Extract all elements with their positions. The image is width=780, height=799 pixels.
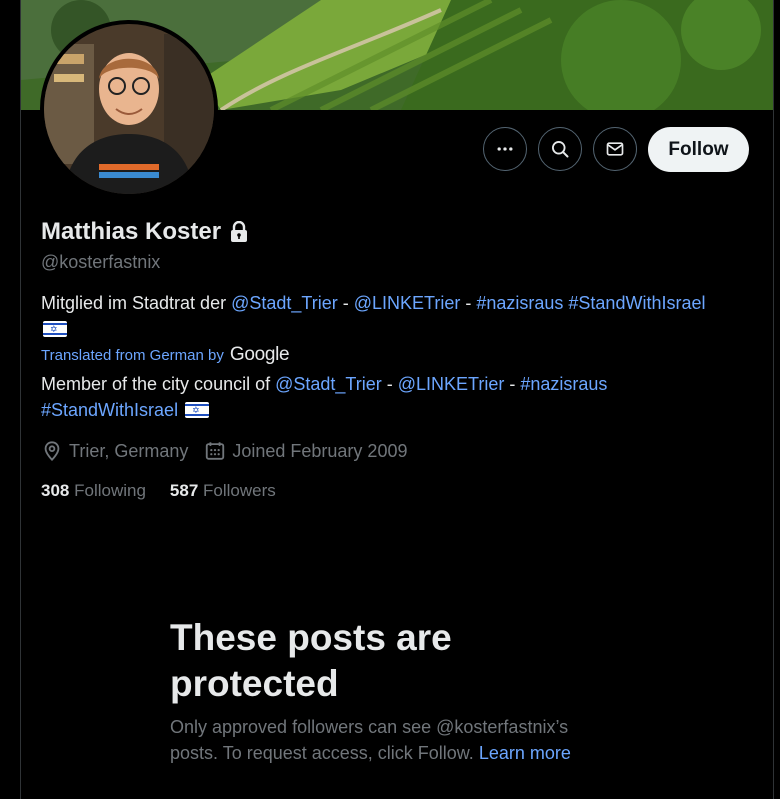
profile-name-row: Matthias Koster <box>41 217 249 247</box>
mention-link[interactable]: @LINKETrier <box>398 374 505 394</box>
following-link[interactable]: 308 Following <box>41 481 146 501</box>
israel-flag-icon: ✡ <box>185 402 210 418</box>
hashtag-link[interactable]: #StandWithIsrael <box>568 293 705 313</box>
more-button[interactable] <box>483 127 527 171</box>
translation-attribution: Translated from German by Google <box>41 344 290 366</box>
location-text: Trier, Germany <box>69 440 189 461</box>
mention-link[interactable]: @Stadt_Trier <box>275 374 382 394</box>
translation-separator: - <box>504 374 521 394</box>
joined-item: Joined February 2009 <box>204 440 407 462</box>
hashtag-link[interactable]: #nazisraus <box>520 374 607 394</box>
translated-bio: Member of the city council of @Stadt_Tri… <box>41 371 761 423</box>
follow-button[interactable]: Follow <box>648 127 749 172</box>
display-name: Matthias Koster <box>41 218 222 245</box>
location-item: Trier, Germany <box>41 440 188 462</box>
user-handle: @kosterfastnix <box>41 252 161 272</box>
search-profile-button[interactable] <box>538 127 582 171</box>
bio-text: Mitglied im Stadtrat der <box>41 293 232 313</box>
profile-avatar[interactable] <box>40 20 218 198</box>
calendar-icon <box>206 442 225 460</box>
translation-text: Member of the city council of <box>41 374 276 394</box>
profile-meta: Trier, Germany Joined February 2009 <box>41 440 423 462</box>
profile-bio: Mitglied im Stadtrat der @Stadt_Trier - … <box>41 290 761 342</box>
joined-text: Joined February 2009 <box>232 440 408 461</box>
following-label: Following <box>74 481 146 500</box>
column-border-left <box>20 0 21 799</box>
protected-title: These posts are protected <box>170 617 452 704</box>
message-envelope-icon <box>606 142 624 156</box>
more-horizontal-icon <box>497 147 513 151</box>
message-button[interactable] <box>593 127 637 171</box>
search-icon <box>552 141 569 158</box>
following-count: 308 <box>41 481 70 500</box>
follow-stats: 308 Following 587 Followers <box>41 481 300 501</box>
learn-more-link[interactable]: Learn more <box>479 743 571 763</box>
followers-label: Followers <box>203 481 276 500</box>
bio-separator: - <box>337 293 354 313</box>
protected-message: Only approved followers can see @kosterf… <box>170 714 610 766</box>
hashtag-link[interactable]: #StandWithIsrael <box>41 400 178 420</box>
israel-flag-icon: ✡ <box>43 321 67 337</box>
hashtag-link[interactable]: #nazisraus <box>476 293 563 313</box>
google-logo: Google <box>229 344 290 365</box>
lock-icon <box>231 221 248 242</box>
column-border-right <box>773 0 774 799</box>
mention-link[interactable]: @Stadt_Trier <box>231 293 338 313</box>
translation-separator: - <box>381 374 398 394</box>
followers-link[interactable]: 587 Followers <box>170 481 276 501</box>
location-pin-icon <box>44 441 60 462</box>
followers-count: 587 <box>169 481 199 500</box>
mention-link[interactable]: @LINKETrier <box>354 293 461 313</box>
bio-separator: - <box>460 293 477 313</box>
translated-label: Translated from German by <box>41 346 224 364</box>
